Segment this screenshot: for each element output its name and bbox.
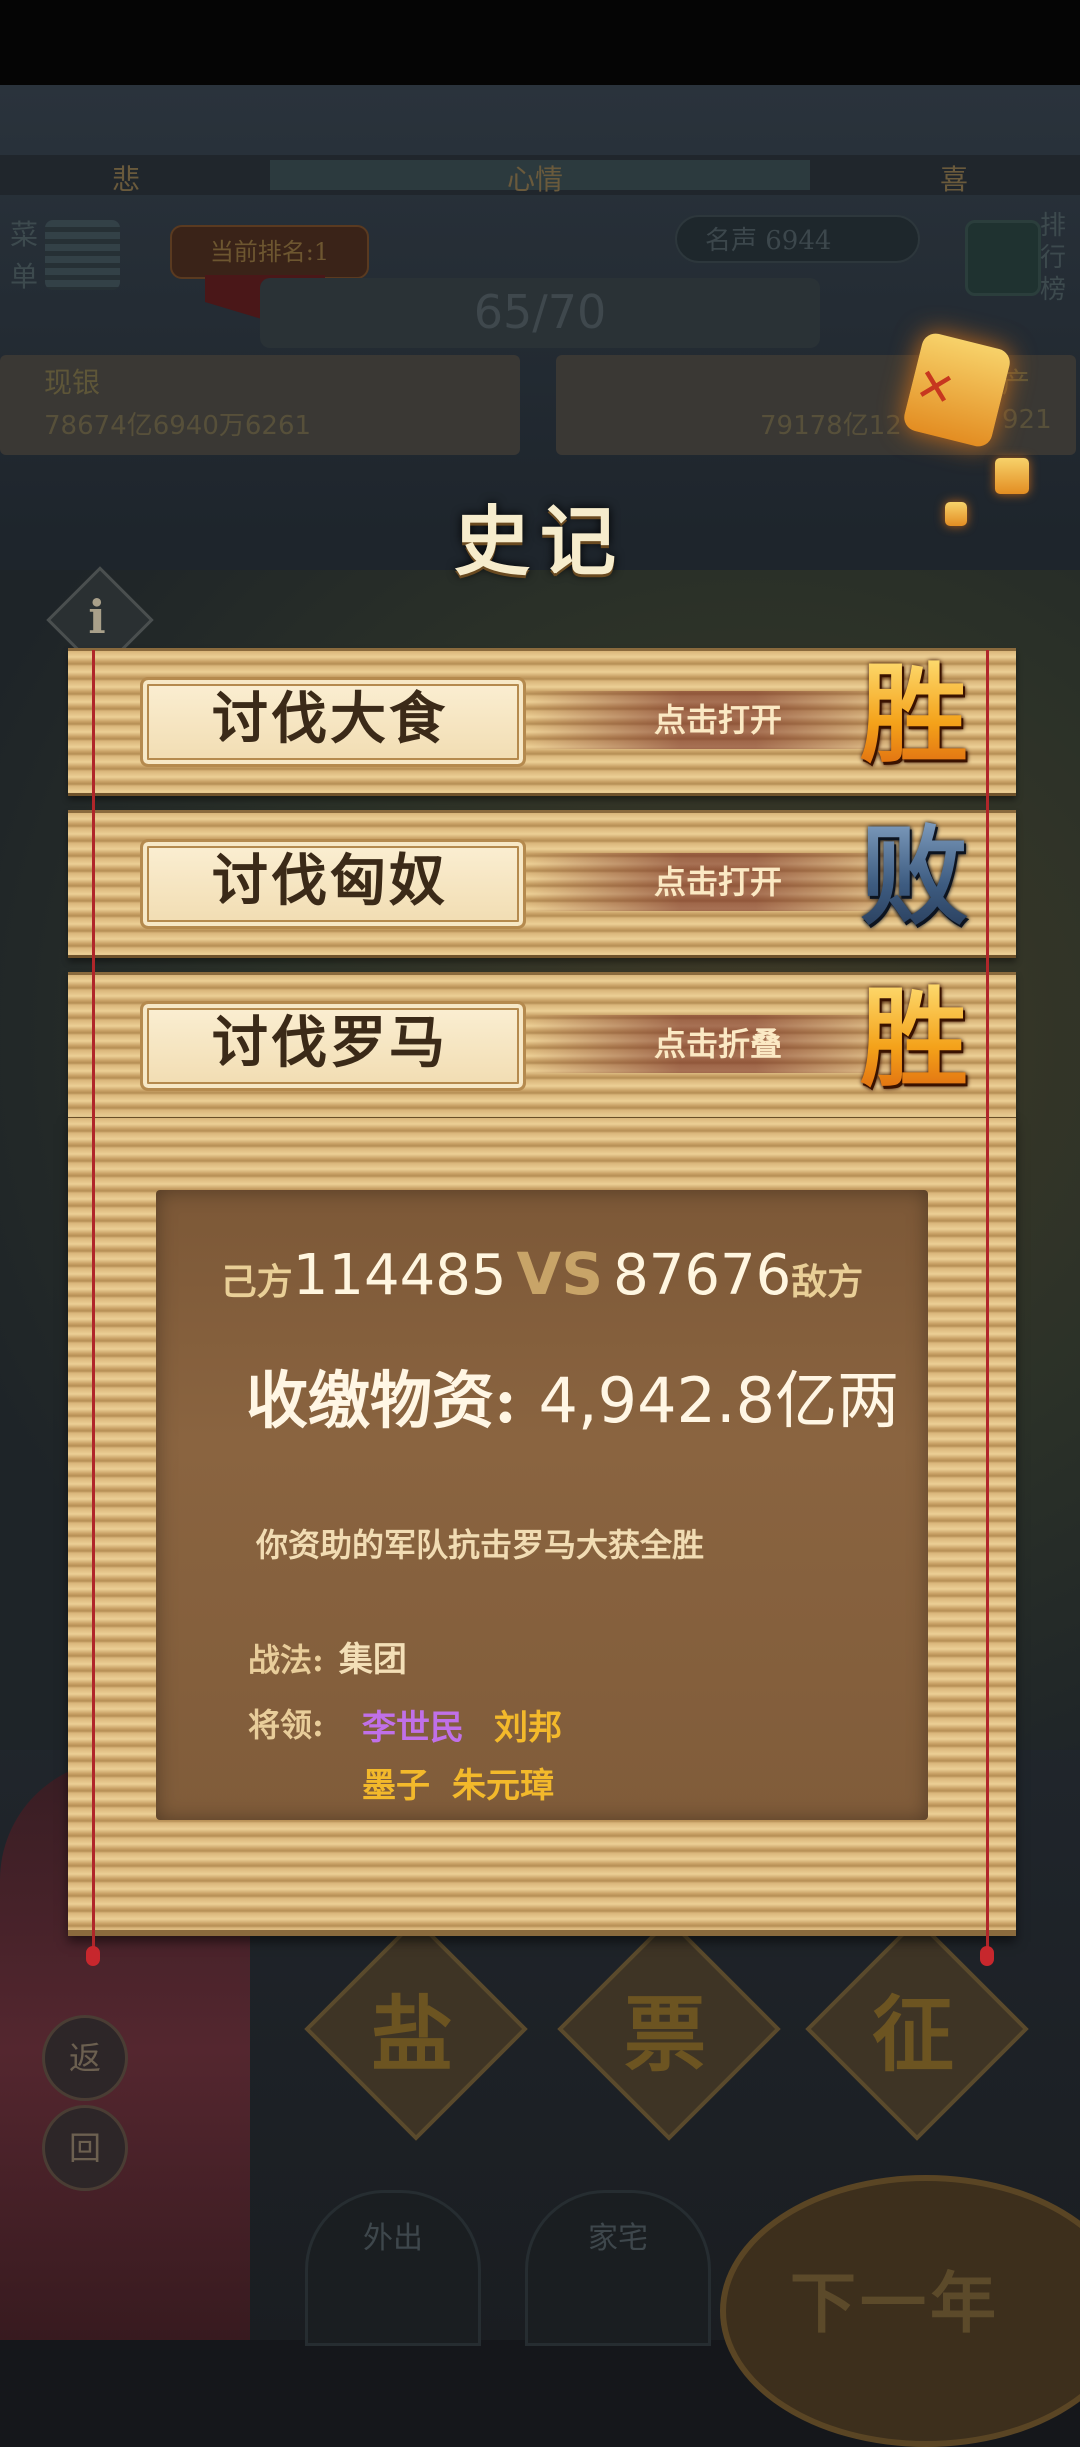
enemy-side-label: 敌方 — [791, 1261, 864, 1303]
rope-knot-left — [86, 1946, 100, 1966]
dialog-title: 史记 — [454, 497, 626, 586]
home-label: 家宅 — [588, 2221, 648, 2256]
home-button[interactable]: 家宅 — [525, 2190, 711, 2346]
power-comparison: 己方114485 VS 87676敌方 — [156, 1240, 928, 1308]
history-entry[interactable]: 讨伐匈奴 点击打开 败 — [68, 810, 1016, 958]
tactic-label: 战法: — [248, 1641, 324, 1679]
battle-detail-panel: 己方114485 VS 87676敌方 收缴物资: 4,942.8亿两 你资助的军队… — [156, 1190, 928, 1820]
loot-value: 4,942.8亿两 — [538, 1364, 900, 1437]
cash-label: 现银 — [44, 366, 101, 399]
vs-label: VS — [516, 1240, 604, 1308]
salt-button[interactable]: 盐 — [302, 1968, 522, 2087]
go-out-label: 外出 — [363, 2221, 423, 2256]
assets-value: 79178亿12 — [760, 411, 902, 441]
scroll-rope-left — [92, 650, 95, 1950]
own-side-label: 己方 — [220, 1261, 293, 1303]
generals-row: 将领: — [248, 1700, 324, 1746]
mood-label: 心情 — [507, 163, 564, 196]
entry-name: 讨伐罗马 — [212, 1010, 448, 1076]
leaderboard-icon[interactable] — [965, 220, 1041, 296]
result-badge: 胜 — [824, 645, 1004, 787]
fame-display: 名声 6944 — [675, 215, 920, 263]
general-name: 墨子 — [362, 1766, 430, 1806]
tactic-value: 集团 — [338, 1640, 407, 1680]
result-badge: 胜 — [824, 969, 1004, 1111]
generals-label: 将领: — [248, 1706, 324, 1744]
history-entry[interactable]: 讨伐罗马 点击折叠 胜 — [68, 972, 1016, 1120]
scroll-rope-right — [986, 650, 989, 1950]
history-entry[interactable]: 讨伐大食 点击打开 胜 — [68, 648, 1016, 796]
menu-label-top: 菜 — [10, 218, 39, 251]
entry-name: 讨伐大食 — [212, 686, 448, 752]
status-bar — [0, 0, 1080, 85]
tactic-row: 战法: 集团 — [248, 1632, 407, 1681]
cash-panel: 现银 78674亿6940万6261 — [0, 355, 520, 455]
battle-message: 你资助的军队抗击罗马大获全胜 — [256, 1526, 705, 1564]
mood-sad-label: 悲 — [112, 163, 141, 196]
back-button[interactable]: 返 — [42, 2015, 128, 2101]
info-icon[interactable]: i — [62, 582, 132, 652]
loot-label: 收缴物资: — [246, 1364, 517, 1437]
menu-button[interactable]: 菜 单 — [0, 210, 140, 310]
current-rank-badge[interactable]: 当前排名:1 — [170, 225, 369, 279]
return-button[interactable]: 回 — [42, 2105, 128, 2191]
general-name: 刘邦 — [494, 1708, 562, 1748]
result-badge: 败 — [824, 807, 1004, 949]
own-power: 114485 — [292, 1243, 507, 1308]
go-out-button[interactable]: 外出 — [305, 2190, 481, 2346]
entry-name: 讨伐匈奴 — [212, 848, 448, 914]
cash-value: 78674亿6940万6261 — [44, 411, 312, 441]
menu-label-bottom: 单 — [10, 260, 39, 293]
menu-icon — [45, 220, 120, 290]
general-name: 朱元璋 — [452, 1766, 554, 1806]
general-name: 李世民 — [362, 1708, 464, 1748]
conscript-button[interactable]: 征 — [803, 1968, 1023, 2087]
enemy-power: 87676 — [613, 1243, 792, 1308]
capacity-counter: 65/70 — [473, 285, 607, 339]
next-year-label: 下一年 — [790, 2264, 1000, 2342]
leaderboard-label[interactable]: 排行榜 — [1040, 210, 1074, 306]
mood-happy-label: 喜 — [940, 163, 969, 196]
loot-line: 收缴物资: 4,942.8亿两 — [246, 1350, 899, 1440]
rope-knot-right — [980, 1946, 994, 1966]
battle-detail-scroll: 己方114485 VS 87676敌方 收缴物资: 4,942.8亿两 你资助的军队… — [68, 1118, 1016, 1936]
ticket-button[interactable]: 票 — [555, 1968, 775, 2087]
assets-value-tail: 921 — [1002, 405, 1052, 435]
